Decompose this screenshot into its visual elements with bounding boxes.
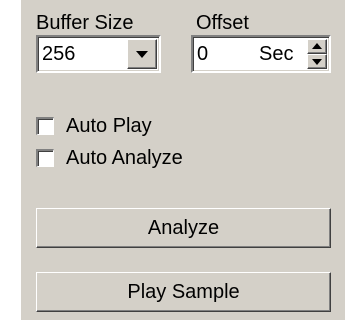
offset-label: Offset [196,12,249,34]
offset-spin-up-button[interactable] [307,39,327,54]
arrow-up-icon [312,43,322,49]
buffer-size-dropdown[interactable]: 256 [36,35,161,73]
buffer-size-label: Buffer Size [36,12,134,34]
auto-analyze-checkbox[interactable] [36,149,54,167]
auto-play-checkbox[interactable] [36,117,54,135]
offset-value[interactable]: 0 [197,43,208,65]
chevron-down-icon [136,51,148,58]
arrow-down-icon [312,59,322,65]
play-sample-button[interactable]: Play Sample [36,272,331,312]
offset-spin-down-button[interactable] [307,54,327,69]
auto-analyze-label[interactable]: Auto Analyze [66,147,183,169]
buffer-size-value: 256 [42,43,76,65]
analyze-button[interactable]: Analyze [36,208,331,248]
offset-spinner[interactable]: 0 Sec [191,35,331,73]
auto-play-label[interactable]: Auto Play [66,115,152,137]
offset-unit: Sec [259,43,294,65]
buffer-size-dropdown-button[interactable] [127,39,157,69]
settings-panel: Buffer Size 256 Offset 0 Sec Auto Play A… [21,0,345,320]
